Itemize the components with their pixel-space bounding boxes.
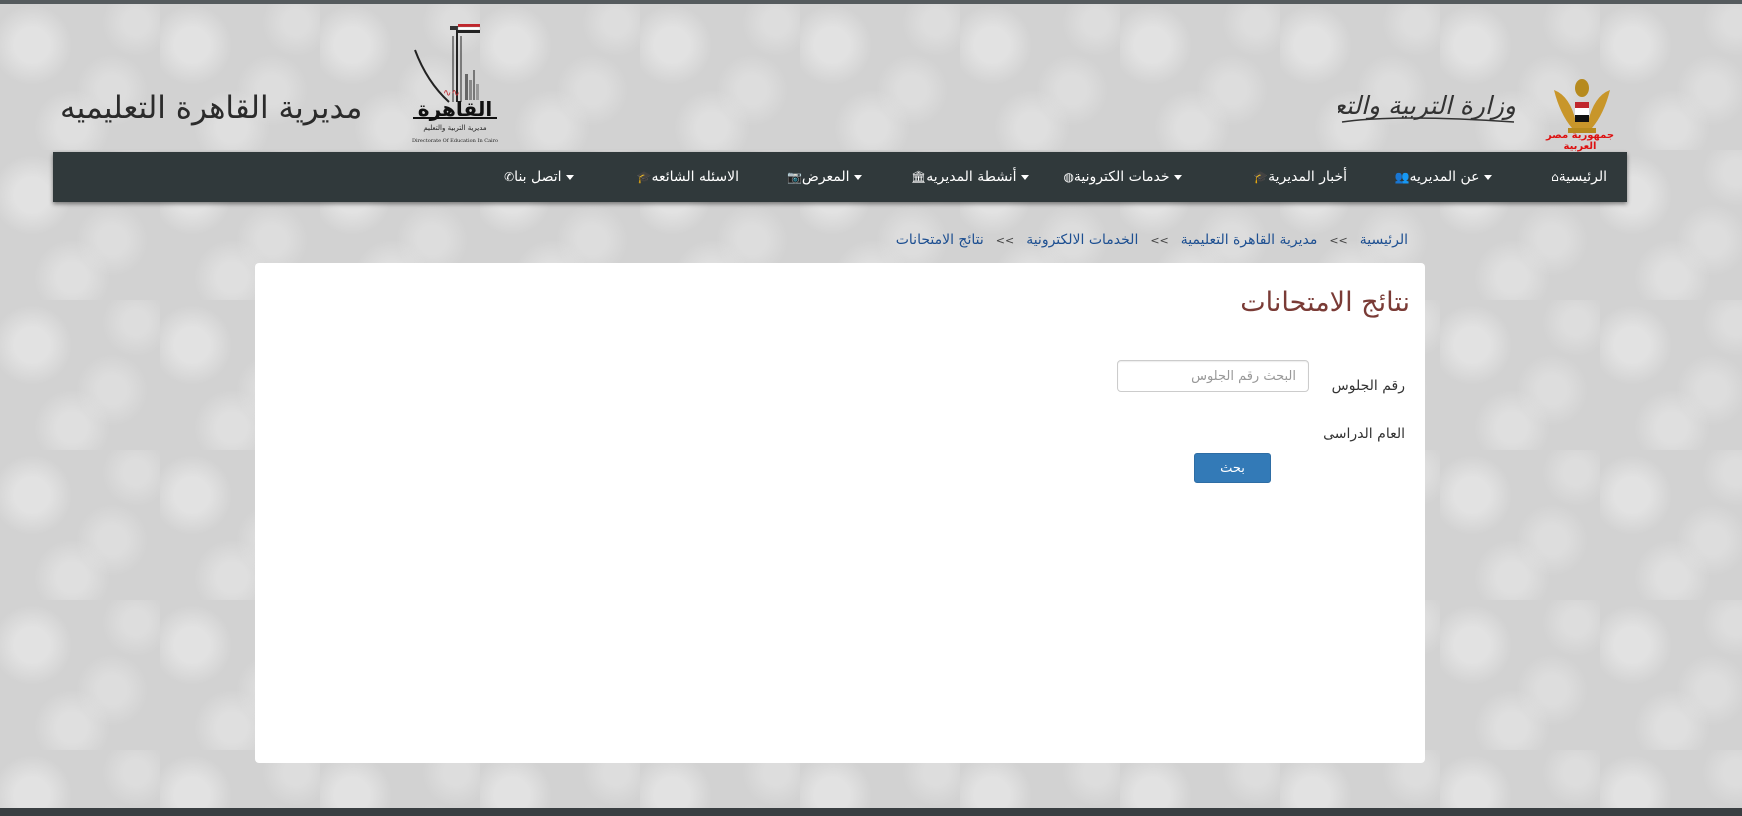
nav-item-label: أنشطة المديريه	[926, 169, 1017, 185]
site-header: مديرية القاهرة التعليميه ∿∿ القاهرة مدير…	[0, 4, 1742, 152]
seat-number-input[interactable]	[1117, 360, 1309, 392]
caret-down-icon	[1174, 174, 1182, 180]
nav-item-news[interactable]: 🎓أخبار المديرية	[1249, 152, 1347, 202]
main-navbar: ⌂الرئيسية 👥عن المديريه 🎓أخبار المديرية ◍…	[53, 152, 1627, 202]
nav-item-label: الاسئله الشائعه	[651, 169, 740, 185]
nav-item-activities[interactable]: 🏛أنشطة المديريه	[907, 152, 1034, 202]
breadcrumb-separator: >>	[1329, 234, 1348, 247]
nav-item-home[interactable]: ⌂الرئيسية	[1547, 152, 1607, 202]
nav-item-contact[interactable]: ✆اتصل بنا	[500, 152, 579, 202]
seat-number-label: رقم الجلوس	[1331, 378, 1405, 394]
page-title: نتائج الامتحانات	[1240, 287, 1410, 318]
nav-item-eservices[interactable]: ◍خدمات الكترونية	[1059, 152, 1187, 202]
ministry-text: وزارة التربية والتعليم	[1338, 91, 1516, 121]
cairo-directorate-logo[interactable]: ∿∿ القاهرة مديرية التربية والتعليم Direc…	[405, 22, 505, 150]
breadcrumb-home[interactable]: الرئيسية	[1360, 232, 1408, 248]
users-icon: 👥	[1394, 170, 1410, 184]
breadcrumb-separator: >>	[995, 234, 1015, 247]
nav-item-label: اتصل بنا	[514, 169, 562, 185]
nav-item-label: عن المديريه	[1409, 169, 1480, 185]
caret-down-icon	[1484, 174, 1492, 180]
home-icon: ⌂	[1551, 170, 1559, 184]
content-panel: نتائج الامتحانات رقم الجلوس العام الدراس…	[255, 263, 1425, 763]
academic-year-label: العام الدراسى	[1323, 426, 1405, 442]
caret-down-icon	[854, 174, 862, 180]
nav-item-about[interactable]: 👥عن المديريه	[1391, 152, 1498, 202]
nav-item-gallery[interactable]: 📷المعرض	[783, 152, 867, 202]
caret-down-icon	[1021, 174, 1029, 180]
nav-item-label: المعرض	[801, 169, 850, 185]
nav-item-label: الرئيسية	[1558, 169, 1607, 185]
breadcrumb-separator: >>	[1150, 234, 1169, 247]
nav-item-label: أخبار المديرية	[1268, 169, 1347, 185]
globe-icon: ◍	[1063, 170, 1074, 184]
ministry-logo[interactable]: وزارة التربية والتعليم	[1338, 74, 1518, 134]
site-title: مديرية القاهرة التعليميه	[60, 90, 363, 126]
nav-item-label: خدمات الكترونية	[1073, 169, 1170, 185]
graduation-cap-icon: 🎓	[1253, 170, 1269, 184]
caret-down-icon	[566, 174, 574, 180]
breadcrumb-current[interactable]: نتائج الامتحانات	[896, 232, 984, 248]
breadcrumb-directorate[interactable]: مديرية القاهرة التعليمية	[1181, 232, 1318, 248]
cairo-logo-title: القاهرة	[418, 97, 492, 121]
institution-icon: 🏛	[910, 170, 927, 184]
cairo-logo-subtitle: مديرية التربية والتعليم	[423, 124, 487, 132]
phone-icon: ✆	[504, 170, 515, 184]
graduation-cap-icon: 🎓	[636, 170, 652, 184]
cairo-logo-en: Directorate Of Education In Cairo	[412, 138, 498, 144]
footer-bar	[0, 808, 1742, 816]
camera-icon: 📷	[786, 170, 802, 184]
country-caption: جمهورية مصر العربية	[1545, 130, 1615, 152]
breadcrumb-eservices[interactable]: الخدمات الالكترونية	[1026, 232, 1138, 248]
breadcrumb: الرئيسية >> مديرية القاهرة التعليمية >> الخد…	[896, 232, 1408, 248]
nav-item-faq[interactable]: 🎓الاسئله الشائعه	[633, 152, 739, 202]
search-button[interactable]: بحث	[1194, 453, 1271, 483]
